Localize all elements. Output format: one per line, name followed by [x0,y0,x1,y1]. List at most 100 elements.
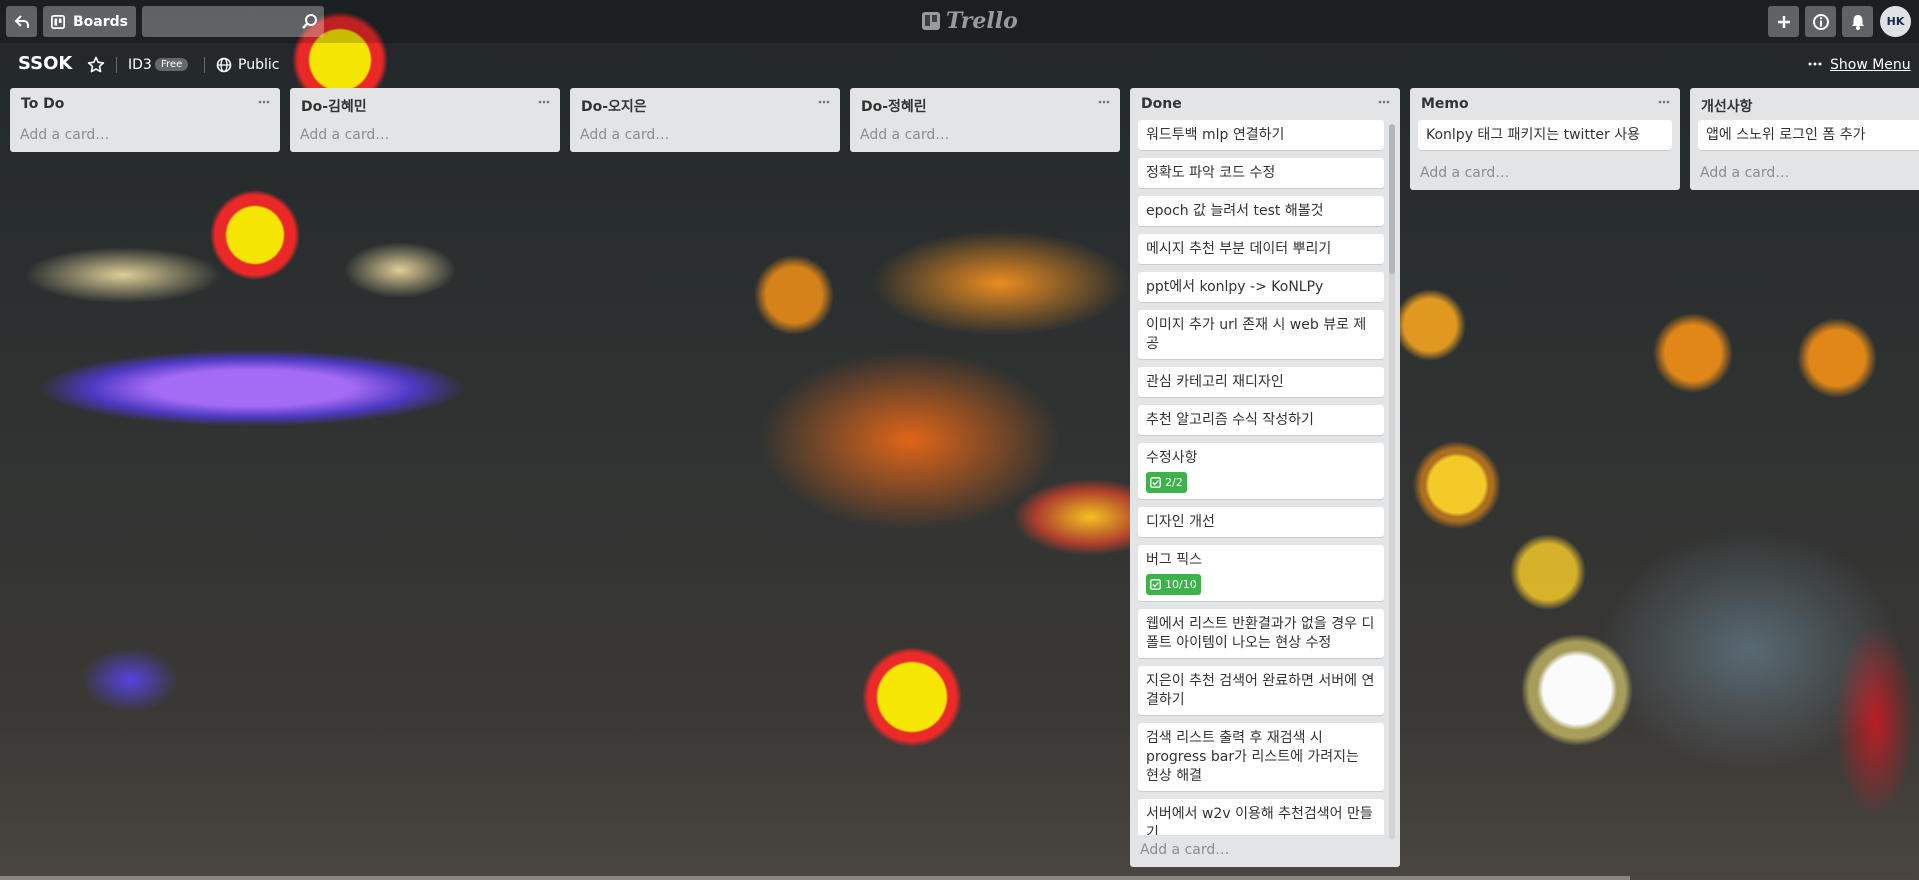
card[interactable]: epoch 값 늘려서 test 해볼것 [1138,196,1384,226]
list-to-do: To Do Add a card… [10,88,280,152]
card[interactable]: 검색 리스트 출력 후 재검색 시 progress bar가 리스트에 가려지… [1138,723,1384,791]
card-title: epoch 값 늘려서 test 해볼것 [1146,203,1324,219]
add-card-link[interactable]: Add a card… [1690,158,1919,190]
list-title[interactable]: Done [1141,96,1182,112]
search-icon[interactable] [300,12,320,32]
card[interactable]: 추천 알고리즘 수식 작성하기 [1138,405,1384,435]
list-header: To Do [10,88,280,120]
card[interactable]: 정확도 파악 코드 수정 [1138,158,1384,188]
list-title[interactable]: Do-오지은 [581,96,647,116]
trello-logo[interactable]: Trello [922,8,1018,34]
scrollbar-thumb[interactable] [1389,124,1395,274]
boards-label: Boards [73,13,128,30]
list-title[interactable]: Do-정혜린 [861,96,927,116]
list-menu-icon[interactable] [818,100,830,104]
card-list: 앱에 스노위 로그인 폼 추가 [1690,120,1919,150]
card-list: 워드투백 mlp 연결하기 정확도 파악 코드 수정 epoch 값 늘려서 t… [1130,120,1400,835]
card-title: 관심 카테고리 재디자인 [1146,374,1284,390]
card[interactable]: 디자인 개선 [1138,507,1384,537]
add-card-link[interactable]: Add a card… [290,120,560,152]
card-list: Konlpy 태그 패키지는 twitter 사용 [1410,120,1680,150]
card-title: 워드투백 mlp 연결하기 [1146,127,1285,143]
add-card-link[interactable]: Add a card… [570,120,840,152]
list-scrollbar[interactable] [1389,124,1395,839]
add-card-link[interactable]: Add a card… [1130,835,1400,867]
list-do-jeonghyerin: Do-정혜린 Add a card… [850,88,1120,152]
list-title[interactable]: Do-김혜민 [301,96,367,116]
card-title: 웹에서 리스트 반환결과가 없을 경우 디폴트 아이템이 나오는 현상 수정 [1146,616,1375,651]
show-menu-button[interactable]: Show Menu [1830,57,1911,73]
plus-icon [1777,15,1790,28]
bell-icon [1851,14,1864,30]
checklist-badge: 2/2 [1146,472,1187,493]
list-menu-icon[interactable] [1658,100,1670,104]
card-title: 앱에 스노위 로그인 폼 추가 [1706,127,1866,143]
add-card-link[interactable]: Add a card… [850,120,1120,152]
list-menu-icon[interactable] [538,100,550,104]
board-visibility-button[interactable]: Public [238,57,279,73]
board-horizontal-scrollbar[interactable] [0,876,1630,880]
divider [116,57,117,73]
card-title: ppt에서 konlpy -> KoNLPy [1146,279,1324,295]
search-input[interactable] [142,6,324,37]
divider [204,57,205,73]
trello-logo-icon [922,12,940,30]
card[interactable]: 지은이 추천 검색어 완료하면 서버에 연결하기 [1138,666,1384,715]
card-title: 디자인 개선 [1146,514,1215,530]
list-menu-icon[interactable] [1378,100,1390,104]
list-do-kimhyemin: Do-김혜민 Add a card… [290,88,560,152]
card-title: 메시지 추천 부분 데이터 뿌리기 [1146,241,1332,257]
card[interactable]: Konlpy 태그 패키지는 twitter 사용 [1418,120,1672,150]
list-title[interactable]: 개선사항 [1701,96,1753,116]
card[interactable]: 웹에서 리스트 반환결과가 없을 경우 디폴트 아이템이 나오는 현상 수정 [1138,609,1384,658]
logo-text: Trello [946,8,1018,34]
add-card-link[interactable]: Add a card… [1410,158,1680,190]
add-card-link[interactable]: Add a card… [10,120,280,152]
card[interactable]: 관심 카테고리 재디자인 [1138,367,1384,397]
list-menu-icon[interactable] [258,100,270,104]
boards-icon [51,14,65,29]
list-memo: Memo Konlpy 태그 패키지는 twitter 사용 Add a car… [1410,88,1680,190]
boards-button[interactable]: Boards [43,6,136,37]
card-title: 지은이 추천 검색어 완료하면 서버에 연결하기 [1146,673,1375,708]
checklist-count: 10/10 [1165,578,1197,591]
list-header: Do-김혜민 [290,88,560,120]
card[interactable]: 워드투백 mlp 연결하기 [1138,120,1384,150]
back-button[interactable] [6,6,37,37]
back-arrow-icon [14,14,29,28]
star-icon[interactable] [87,56,105,74]
card[interactable]: 버그 픽스 10/10 [1138,545,1384,601]
team-plan-badge: Free [155,58,189,71]
card-title: 수정사항 [1146,450,1198,466]
list-title[interactable]: To Do [21,96,64,112]
card[interactable]: 서버에서 w2v 이용해 추천검색어 만들기 [1138,799,1384,835]
card-title: 정확도 파악 코드 수정 [1146,165,1276,181]
board-header: SSOK ID3 Free Public Show Menu [0,43,1919,86]
more-dots-icon [1808,62,1822,66]
checklist-icon [1150,579,1161,590]
card-title: 서버에서 w2v 이용해 추천검색어 만들기 [1146,806,1373,835]
list-header: Done [1130,88,1400,120]
list-menu-icon[interactable] [1098,100,1110,104]
board-title[interactable]: SSOK [18,53,72,74]
team-name[interactable]: ID3 [128,57,152,73]
card[interactable]: 메시지 추천 부분 데이터 뿌리기 [1138,234,1384,264]
list-title[interactable]: Memo [1421,96,1469,112]
card-title: Konlpy 태그 패키지는 twitter 사용 [1426,127,1641,143]
card-title: 이미지 추가 url 존재 시 web 뷰로 제공 [1146,317,1367,352]
info-button[interactable] [1805,6,1836,37]
card[interactable]: 이미지 추가 url 존재 시 web 뷰로 제공 [1138,310,1384,359]
checklist-icon [1150,477,1161,488]
card-title: 검색 리스트 출력 후 재검색 시 progress bar가 리스트에 가려지… [1146,730,1359,784]
user-avatar[interactable]: HK [1880,6,1911,37]
card-title: 버그 픽스 [1146,552,1202,568]
card[interactable]: ppt에서 konlpy -> KoNLPy [1138,272,1384,302]
list-header: Do-오지은 [570,88,840,120]
card[interactable]: 앱에 스노위 로그인 폼 추가 [1698,120,1919,150]
checklist-badge: 10/10 [1146,574,1201,595]
notifications-button[interactable] [1842,6,1873,37]
card[interactable]: 수정사항 2/2 [1138,443,1384,499]
list-improvements: 개선사항 앱에 스노위 로그인 폼 추가 Add a card… [1690,88,1919,190]
list-done: Done 워드투백 mlp 연결하기 정확도 파악 코드 수정 epoch 값 … [1130,88,1400,867]
add-button[interactable] [1768,6,1799,37]
